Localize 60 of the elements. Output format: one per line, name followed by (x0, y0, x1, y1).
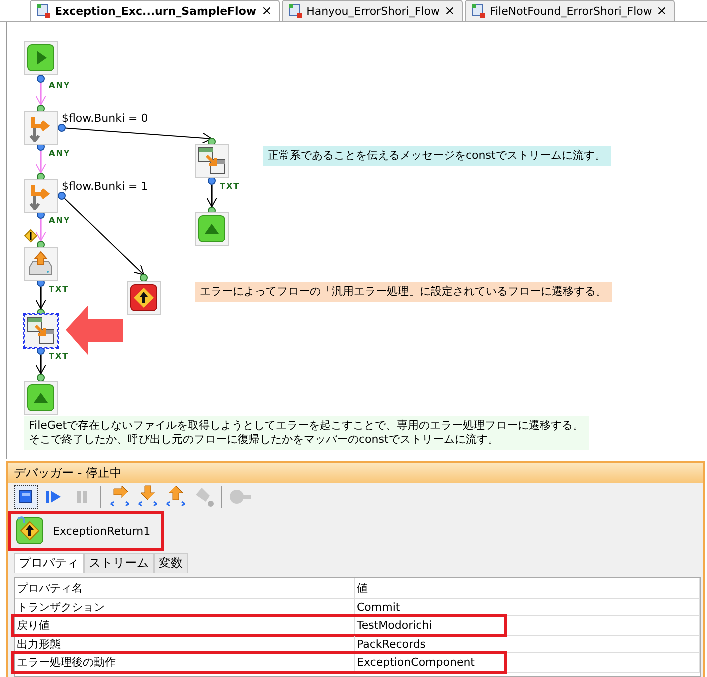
note-text: FileGetで存在しないファイルを取得しようとしてエラーを起こすことで、専用のエラー処理フローに遷移する。 そこで終了したか、呼び出し元のフローに復帰したかをマッパーのconstでストリームに流す。 (24, 416, 590, 450)
column-header: 値 (355, 578, 700, 598)
editor-tab[interactable]: FileNotFound_ErrorShori_Flow (464, 0, 676, 21)
port-label: ANY (49, 149, 71, 158)
panel-tab[interactable]: 変数 (154, 553, 188, 573)
step-into-icon (136, 485, 158, 509)
mapper-icon (198, 147, 226, 175)
panel-tab[interactable]: プロパティ (14, 553, 84, 573)
warning-icon (24, 229, 38, 243)
play-icon (27, 44, 55, 72)
property-value: TestModorichi (355, 616, 700, 635)
port-label: ANY (49, 216, 71, 225)
step-out-icon (164, 485, 186, 509)
property-value: Commit (355, 599, 700, 615)
key-icon (229, 488, 251, 506)
pause-icon (74, 489, 90, 505)
flow-file-icon (472, 4, 486, 18)
flow-file-icon (37, 4, 51, 18)
property-value: ExceptionComponent (355, 653, 700, 672)
flow-file-icon (288, 4, 303, 18)
note-text: 正常系であることを伝えるメッセージをconstでストリームに流す。 (263, 146, 611, 166)
panel-tab[interactable]: ストリーム (84, 553, 154, 573)
error-icon (130, 284, 158, 312)
property-name: トランザクション (15, 599, 355, 615)
property-name: エラー処理後の動作 (15, 653, 355, 672)
close-icon[interactable] (656, 5, 668, 17)
input-port-icon[interactable] (37, 374, 45, 382)
exception-return-icon (15, 516, 45, 546)
property-name: 出力形態 (15, 636, 355, 652)
toolbar-button[interactable] (14, 485, 38, 509)
mapper-icon (27, 317, 55, 345)
property-name: 戻り値 (15, 616, 355, 635)
output-port-icon[interactable] (37, 75, 45, 83)
stop-icon (18, 489, 34, 505)
property-value: PackRecords (355, 636, 700, 652)
connector-arrow[interactable] (206, 185, 218, 208)
pointer-arrow (66, 306, 123, 355)
note-text: エラーによってフローの「汎用エラー処理」に設定されているフローに遷移する。 (195, 282, 612, 302)
connector-arrow[interactable] (36, 287, 46, 310)
flow-node[interactable] (24, 314, 58, 348)
port-label: ANY (49, 81, 71, 90)
port-label: TXT (220, 182, 240, 191)
resume-icon (45, 489, 63, 505)
connector-arrow[interactable] (58, 124, 216, 146)
panel-title: デバッガー - 停止中 (8, 463, 703, 483)
connector-arrow[interactable] (36, 355, 46, 374)
condition-label: $flow.Bunki = 0 (62, 112, 148, 125)
editor-tab[interactable]: Hanyou_ErrorShori_Flow (282, 0, 463, 21)
component-name: ExceptionReturn1 (53, 524, 151, 538)
step-over-icon (108, 485, 130, 509)
close-icon[interactable] (260, 5, 273, 17)
condition-label: $flow.Bunki = 1 (62, 180, 148, 193)
drive-upload-icon (27, 250, 55, 278)
end-icon (27, 384, 55, 412)
port-label: TXT (49, 285, 70, 294)
column-header: プロパティ名 (15, 578, 355, 598)
close-icon[interactable] (444, 5, 456, 17)
editor-tab[interactable]: Exception_Exc...urn_SampleFlow (30, 0, 280, 21)
end-icon (198, 215, 226, 243)
port-label: TXT (49, 352, 70, 361)
